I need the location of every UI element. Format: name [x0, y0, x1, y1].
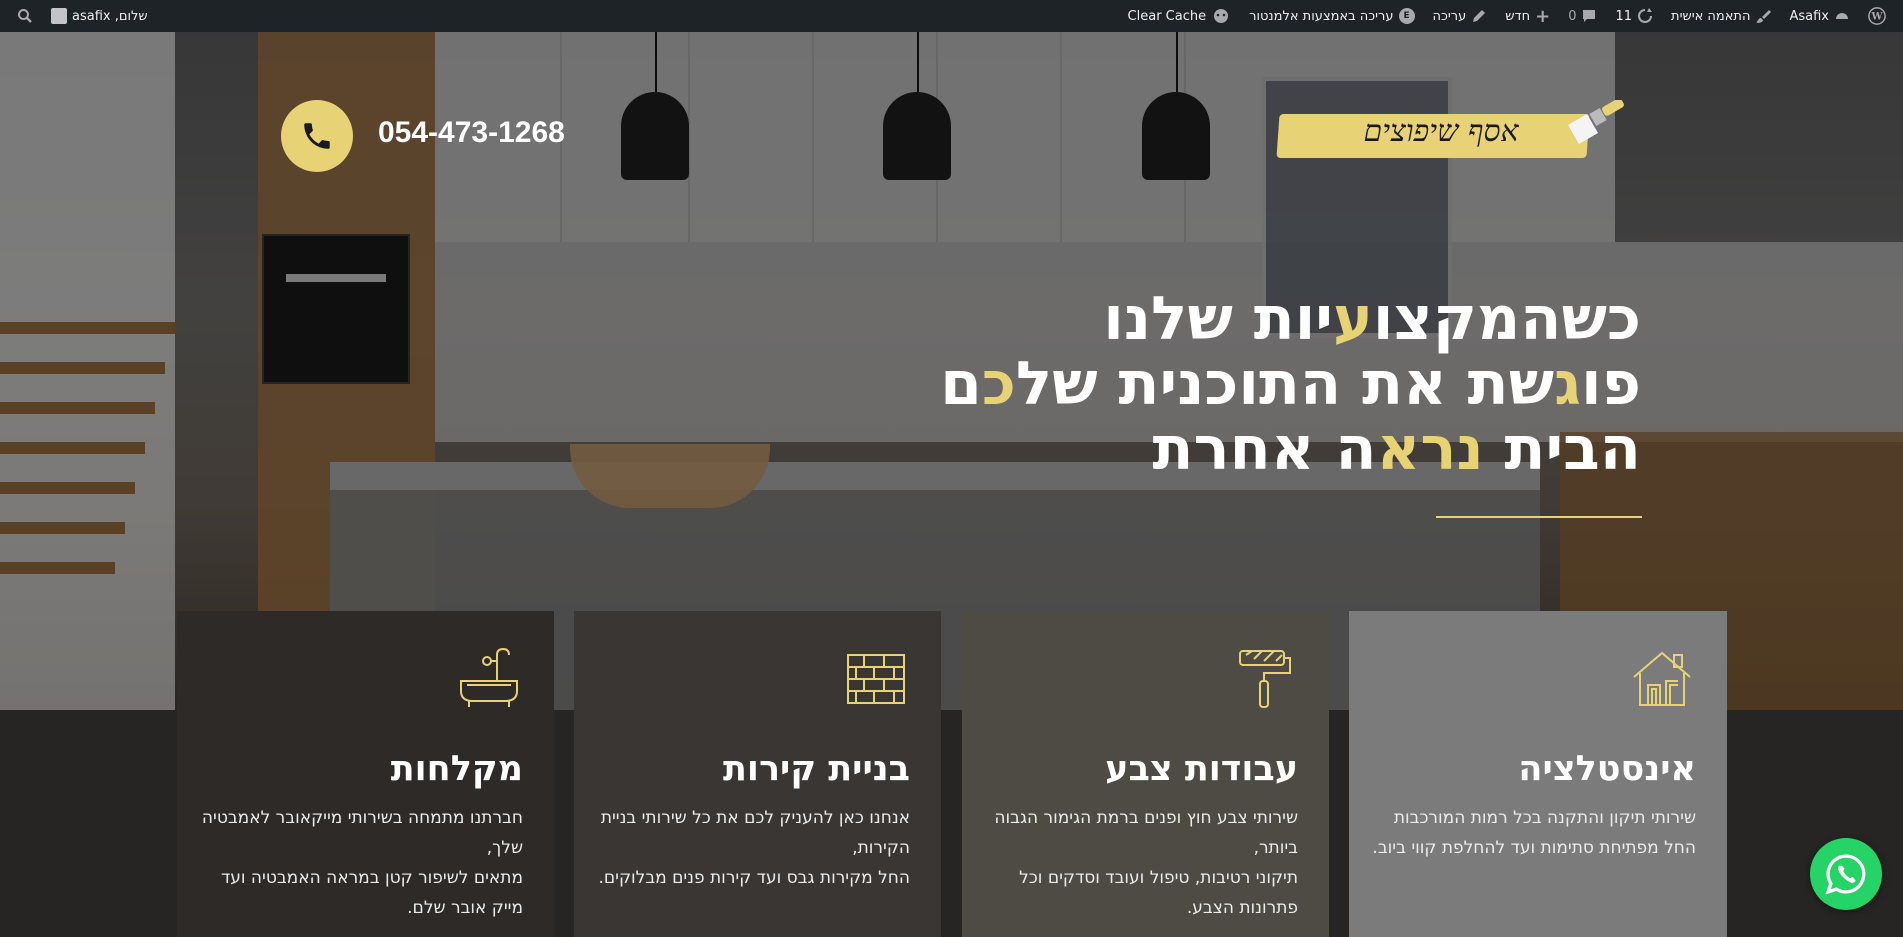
comments-link[interactable]: 0 [1559, 0, 1606, 32]
headline-divider [1436, 516, 1642, 518]
phone-icon [304, 123, 330, 149]
service-card-showers[interactable]: מקלחות חברתנו מתמחה בשירותי מייקאובר לאמ… [177, 611, 554, 937]
service-description: חברתנו מתמחה בשירותי מייקאובר לאמבטיה של… [201, 808, 523, 918]
brick-wall-icon [847, 654, 905, 704]
headline-line-2: פוגשת את התוכנית שלכם [940, 349, 1641, 419]
brush-icon [1755, 8, 1772, 24]
paint-roller-icon [1239, 650, 1291, 708]
comment-bubble-icon [1581, 8, 1597, 24]
greeting-label: שלום, asafix [72, 8, 148, 24]
site-name-menu[interactable]: Asafix [1780, 0, 1859, 32]
new-content-menu[interactable]: + חדש [1496, 0, 1559, 32]
dashboard-icon [1834, 8, 1850, 24]
cache-cheetah-icon [1211, 8, 1231, 24]
site-logo[interactable]: אסף שיפוצים [1276, 100, 1628, 170]
service-card-walls[interactable]: בניית קירות אנחנו כאן להעניק לכם את כל ש… [574, 611, 941, 937]
phone-number[interactable]: 054-473-1268 [378, 116, 565, 150]
new-label: חדש [1505, 8, 1531, 24]
elementor-label: עריכה באמצעות אלמנטור [1249, 8, 1394, 24]
search-icon [17, 8, 33, 24]
paint-brush-icon [1568, 100, 1624, 145]
admin-search[interactable] [8, 0, 42, 32]
clear-cache-link[interactable]: Clear Cache [1119, 0, 1241, 32]
edit-link[interactable]: עריכה [1424, 0, 1497, 32]
whatsapp-button[interactable] [1810, 838, 1882, 910]
service-description: אנחנו כאן להעניק לכם את כל שירותי בניית … [598, 808, 910, 888]
house-pipes-icon [1633, 651, 1691, 706]
wordpress-icon: W [1868, 7, 1886, 25]
elementor-icon: E [1398, 8, 1415, 24]
service-description: שירותי צבע חוץ ופנים ברמת הגימור הגבוה ב… [994, 808, 1298, 918]
avatar [51, 8, 67, 24]
refresh-icon [1637, 8, 1653, 24]
whatsapp-icon [1825, 854, 1866, 895]
pencil-icon [1471, 8, 1487, 24]
service-title: בניית קירות [723, 749, 910, 789]
service-card-plumbing[interactable]: אינסטלציה שירותי תיקון והתקנה בכל רמות ה… [1349, 611, 1727, 937]
service-title: אינסטלציה [1518, 749, 1696, 789]
customize-label: התאמה אישית [1671, 8, 1751, 24]
logo-text: אסף שיפוצים [1363, 114, 1519, 149]
comments-count: 0 [1568, 8, 1577, 24]
headline-line-3: הבית נראה אחרת [1152, 414, 1641, 484]
hero-headline: כשהמקצועיות שלנו פוגשת את התוכנית שלכם ה… [940, 287, 1641, 482]
my-account-menu[interactable]: שלום, asafix [42, 0, 157, 32]
updates-link[interactable]: 11 [1606, 0, 1662, 32]
service-title: עבודות צבע [1105, 749, 1298, 789]
edit-label: עריכה [1432, 8, 1467, 24]
wp-admin-bar: W Asafix התאמה אישית 11 0 + חדש עריכה E … [0, 0, 1903, 32]
headline-line-1: כשהמקצועיות שלנו [1103, 284, 1641, 354]
plus-icon: + [1535, 5, 1551, 27]
phone-button[interactable] [281, 100, 353, 172]
clear-cache-label: Clear Cache [1127, 8, 1207, 24]
admin-bar-right-group: שלום, asafix [8, 0, 157, 32]
updates-count: 11 [1615, 8, 1633, 24]
service-card-painting[interactable]: עבודות צבע שירותי צבע חוץ ופנים ברמת הגי… [962, 611, 1329, 937]
elementor-edit-link[interactable]: E עריכה באמצעות אלמנטור [1240, 0, 1423, 32]
wp-logo-menu[interactable]: W [1859, 0, 1895, 32]
customize-link[interactable]: התאמה אישית [1662, 0, 1780, 32]
site-name-label: Asafix [1789, 8, 1829, 24]
service-description: שירותי תיקון והתקנה בכל רמות המורכבות הח… [1372, 808, 1696, 858]
svg-text:W: W [1870, 12, 1883, 23]
service-title: מקלחות [390, 749, 523, 789]
bathtub-icon [460, 647, 518, 707]
admin-bar-left-group: W Asafix התאמה אישית 11 0 + חדש עריכה E … [1119, 0, 1895, 32]
